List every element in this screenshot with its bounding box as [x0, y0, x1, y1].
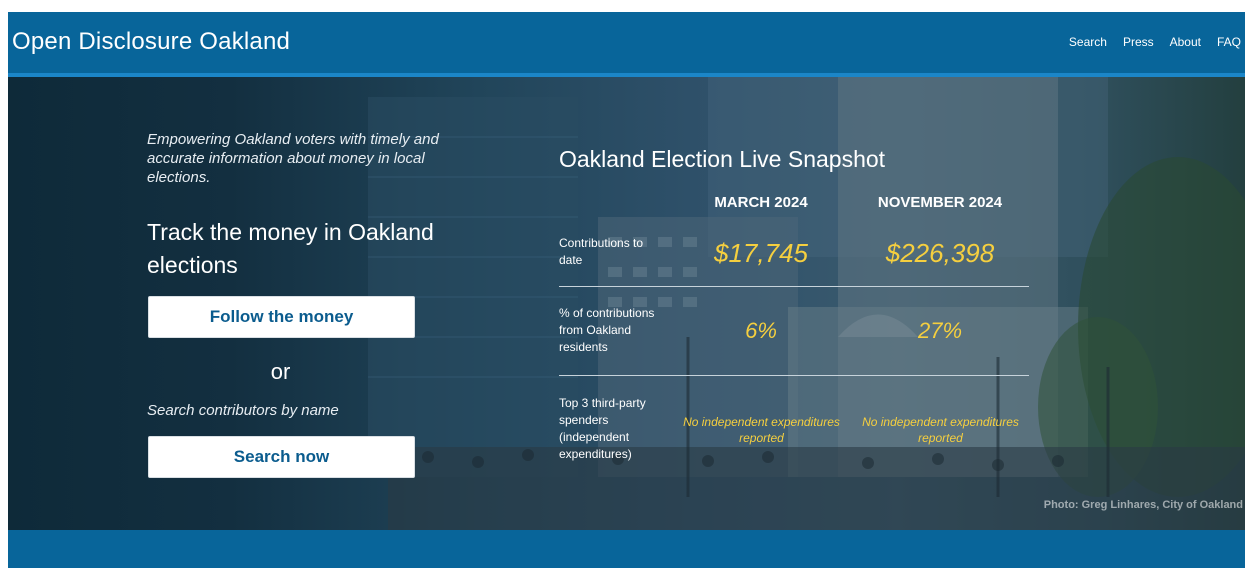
column-march-2024: MARCH 2024	[714, 194, 808, 211]
nav-press[interactable]: Press	[1123, 35, 1154, 49]
column-november-2024: NOVEMBER 2024	[877, 194, 1003, 211]
search-contributors-prompt: Search contributors by name	[147, 402, 339, 419]
oakland-share-november-value: 27%	[917, 318, 963, 343]
site-header: Open Disclosure Oakland Search Press Abo…	[8, 12, 1245, 77]
footer-bar	[8, 530, 1245, 568]
row-label-oakland-residents: % of contributions from Oakland resident…	[559, 306, 655, 354]
snapshot-title: Oakland Election Live Snapshot	[559, 146, 886, 172]
top-nav: Search Press About FAQ	[1053, 35, 1241, 49]
nav-search[interactable]: Search	[1069, 35, 1107, 49]
follow-the-money-button[interactable]: Follow the money	[148, 296, 415, 338]
oakland-share-march-value: 6%	[745, 318, 777, 343]
spenders-november-value: No independent expenditures reported	[862, 415, 1019, 445]
nav-faq[interactable]: FAQ	[1217, 35, 1241, 49]
nav-about[interactable]: About	[1170, 35, 1201, 49]
or-separator: or	[270, 359, 291, 384]
row-label-third-party-spenders: Top 3 third-party spenders (independent …	[559, 396, 646, 461]
track-money-heading: Track the money in Oakland elections	[147, 219, 434, 278]
row-divider	[559, 375, 1029, 376]
hero-section: Empowering Oakland voters with timely an…	[8, 77, 1245, 530]
search-now-button[interactable]: Search now	[148, 436, 415, 478]
site-brand[interactable]: Open Disclosure Oakland	[12, 28, 290, 56]
spenders-march-value: No independent expenditures reported	[683, 415, 840, 445]
hero-tagline: Empowering Oakland voters with timely an…	[147, 131, 439, 186]
photo-credit: Photo: Greg Linhares, City of Oakland	[1043, 499, 1243, 511]
contributions-november-value: $226,398	[885, 238, 995, 268]
row-label-contributions: Contributions to date	[559, 236, 644, 267]
row-divider	[559, 286, 1029, 287]
contributions-march-value: $17,745	[714, 238, 808, 268]
